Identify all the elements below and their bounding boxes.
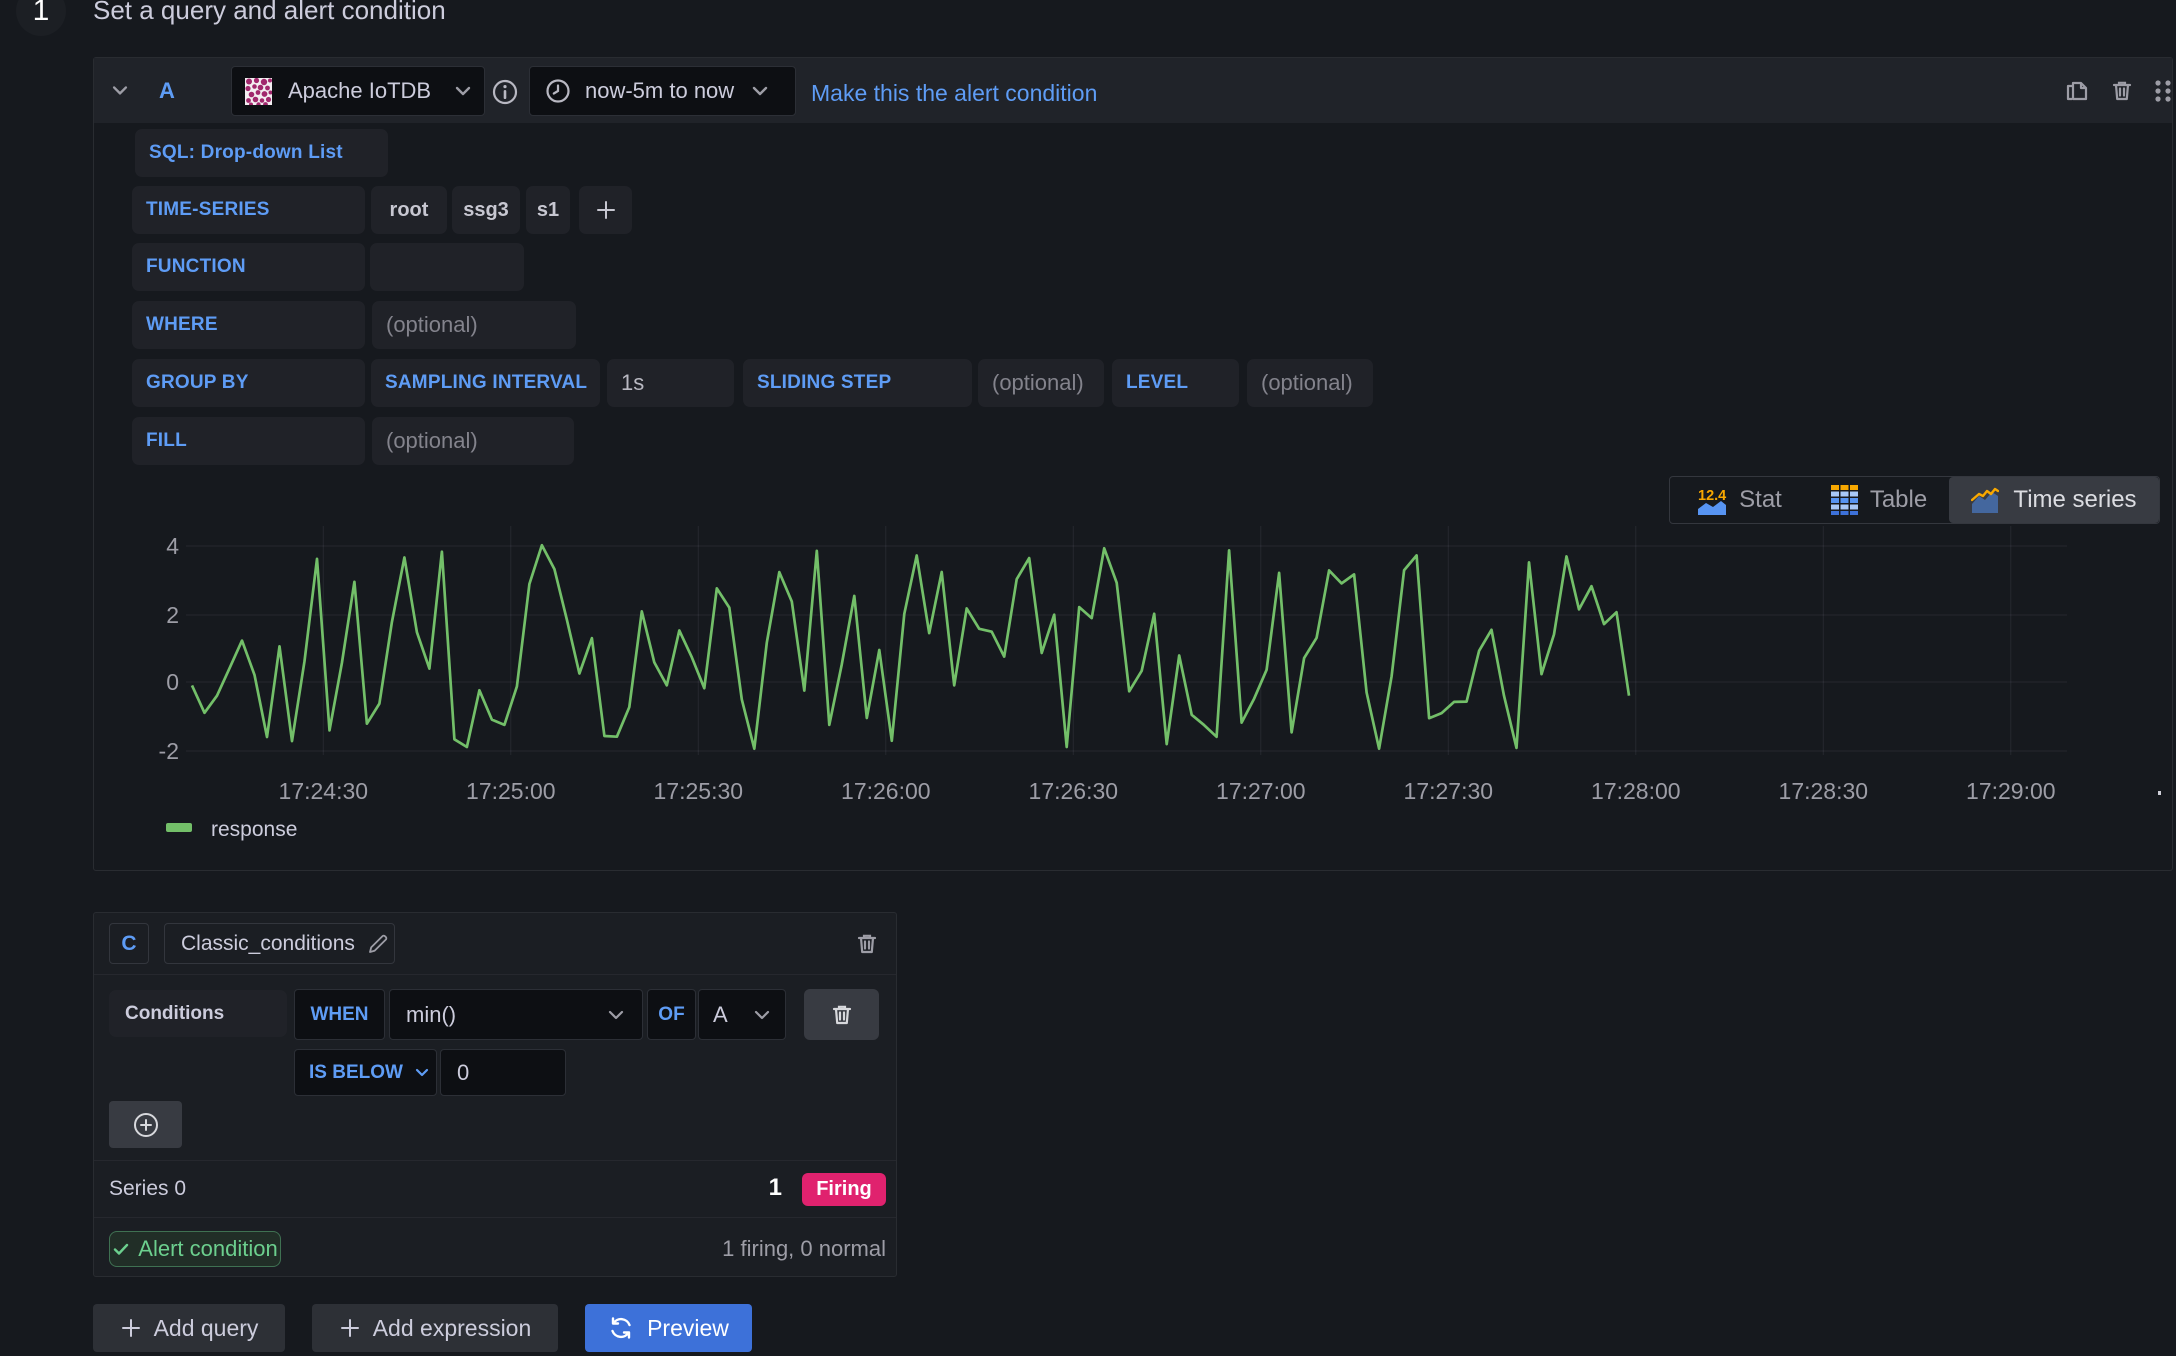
svg-text:17:25:30: 17:25:30: [654, 778, 744, 804]
svg-text:17:25:00: 17:25:00: [466, 778, 556, 804]
svg-text:4: 4: [166, 533, 179, 559]
svg-text:-2: -2: [159, 738, 179, 764]
svg-text:17:28:00: 17:28:00: [1591, 778, 1681, 804]
svg-text:17:26:30: 17:26:30: [1029, 778, 1119, 804]
svg-text:17:24:30: 17:24:30: [279, 778, 369, 804]
svg-text:response: response: [211, 818, 297, 841]
svg-text:17:26:00: 17:26:00: [841, 778, 931, 804]
svg-text:2: 2: [166, 602, 179, 628]
svg-text:17:29:00: 17:29:00: [1966, 778, 2056, 804]
svg-text:17:27:00: 17:27:00: [1216, 778, 1306, 804]
svg-text:17:28:30: 17:28:30: [1779, 778, 1869, 804]
svg-text:17:27:30: 17:27:30: [1404, 778, 1494, 804]
svg-text:0: 0: [166, 669, 179, 695]
